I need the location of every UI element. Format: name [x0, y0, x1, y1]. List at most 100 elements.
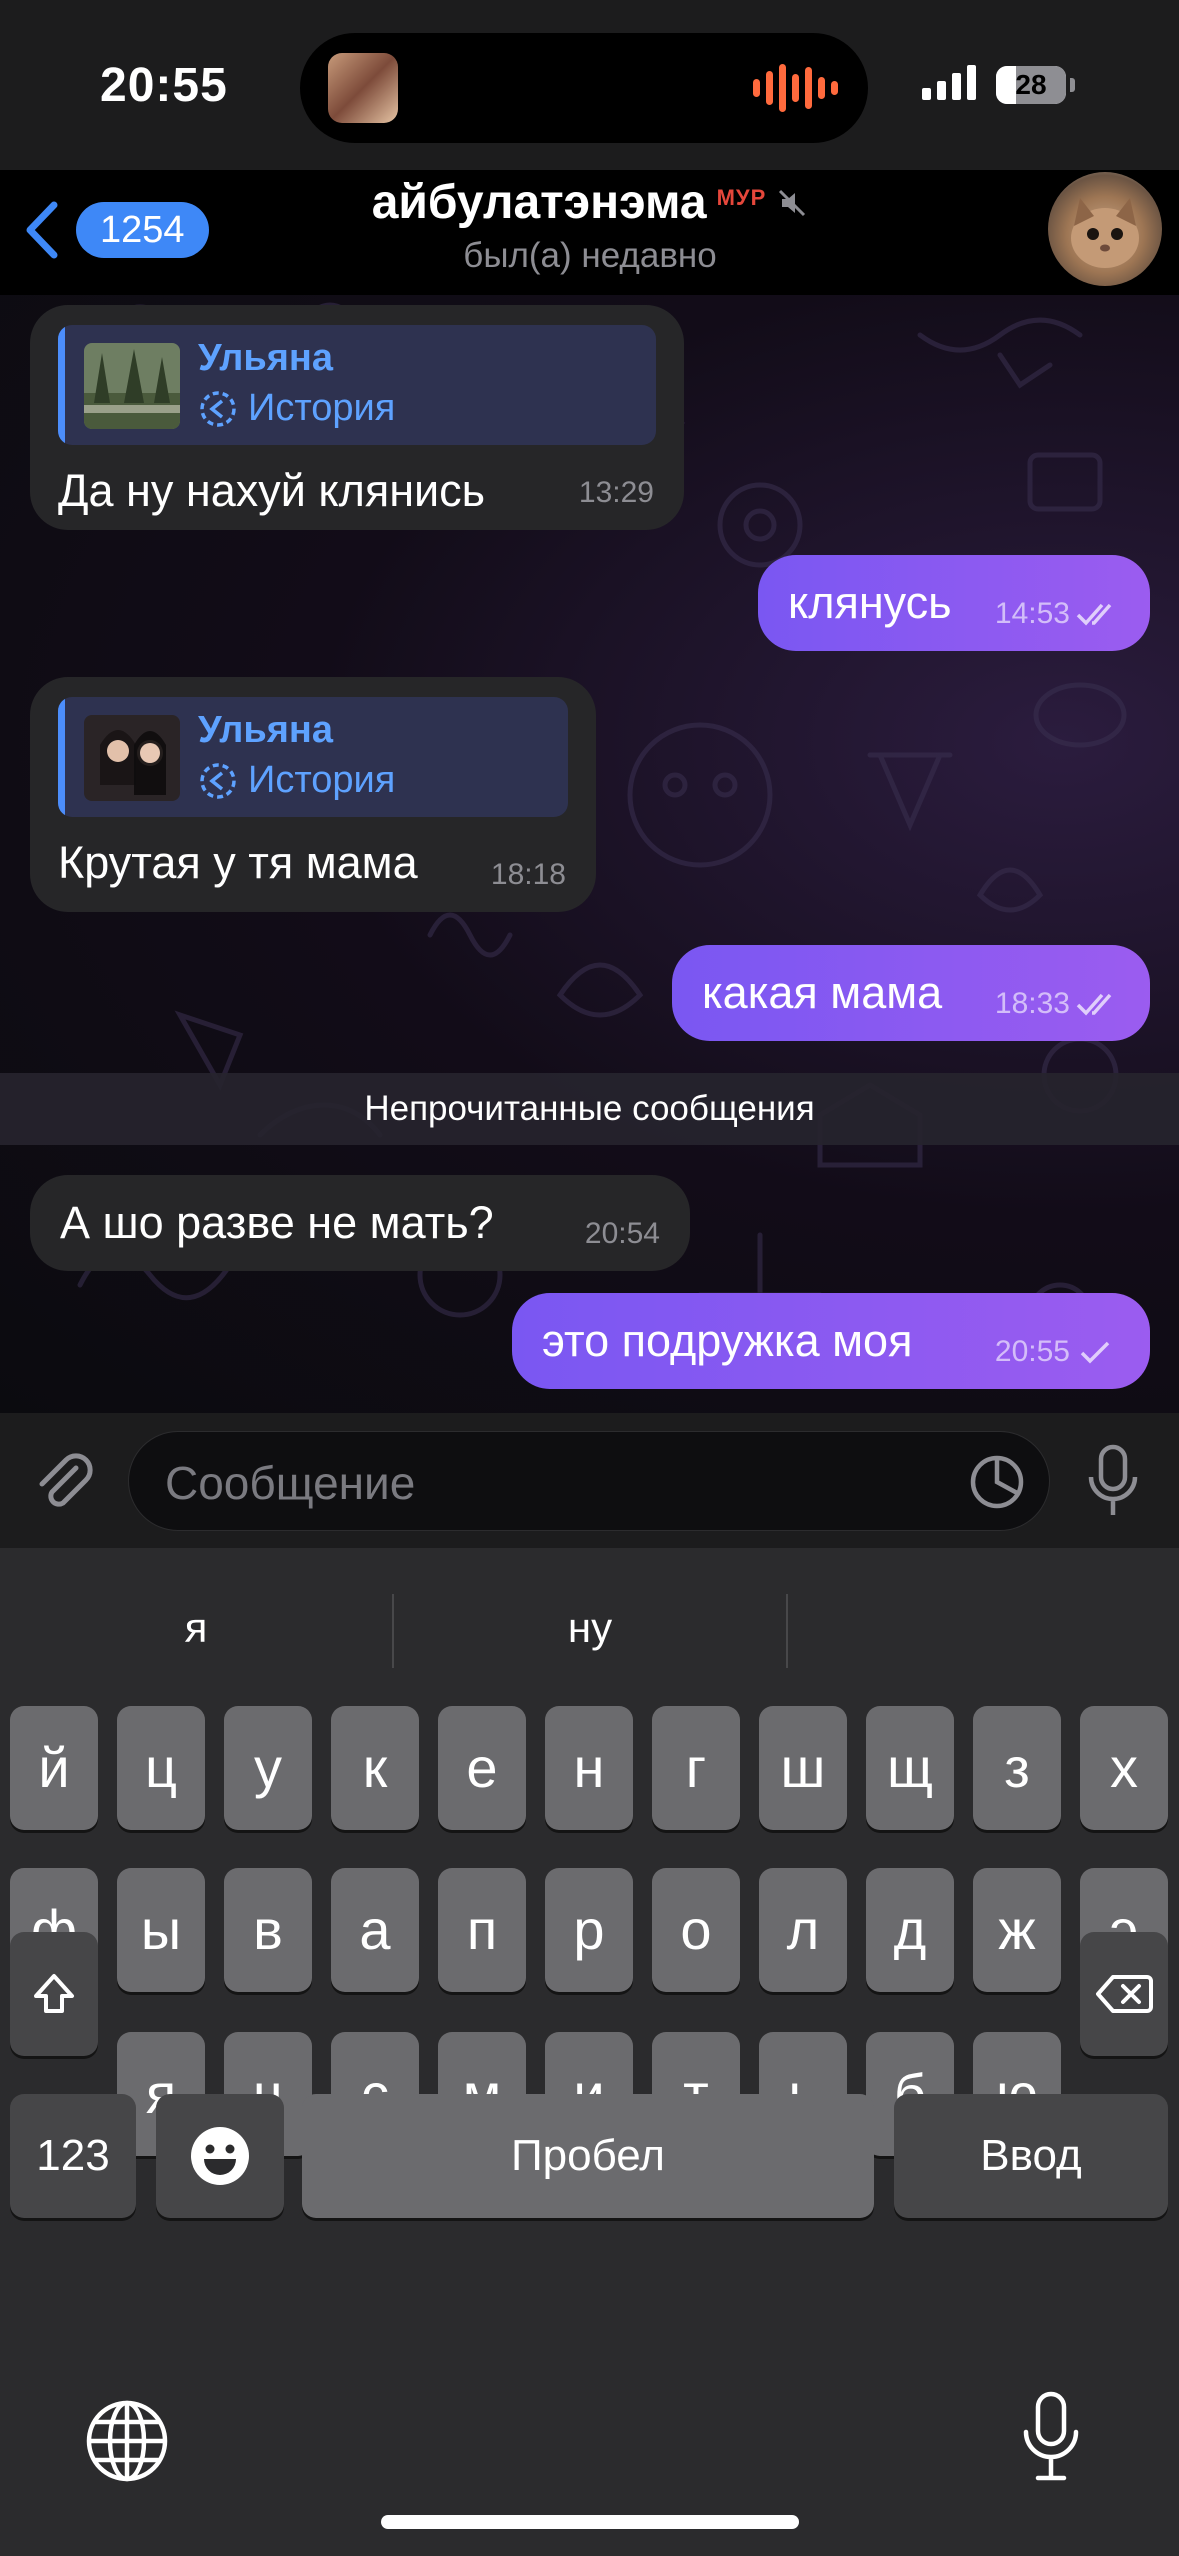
chat-header[interactable]: айбулатэнэма МУР был(а) недавно [300, 175, 880, 276]
message-outgoing[interactable]: клянусь 14:53 [758, 555, 1150, 651]
key-row1-9[interactable]: з [973, 1706, 1061, 1830]
message-time: 13:29 [578, 476, 654, 509]
message-meta: 18:33 [995, 987, 1120, 1021]
emoji-icon [191, 2127, 249, 2185]
backspace-key[interactable] [1080, 1932, 1168, 2056]
message-text: Да ну нахуй клянись [58, 465, 486, 516]
message-incoming[interactable]: Ульяна История Крутая у тя мама 18:18 [30, 677, 596, 912]
status-time: 20:55 [100, 59, 228, 112]
story-thumbnail [84, 715, 180, 801]
key-row2-4[interactable]: п [438, 1868, 526, 1992]
chat-status: был(а) недавно [463, 236, 717, 275]
backspace-icon [1096, 1975, 1153, 2013]
voice-message-icon[interactable] [1083, 1443, 1143, 1519]
key-row1-6[interactable]: г [652, 1706, 740, 1830]
status-bar: 20:55 28 [0, 0, 1179, 170]
reply-type-label: История [248, 759, 396, 801]
message-meta: 20:54 [585, 1217, 660, 1251]
key-row2-7[interactable]: л [759, 1868, 847, 1992]
battery-tip [1070, 78, 1075, 92]
contact-avatar[interactable] [1048, 172, 1162, 286]
dictation-icon[interactable] [1020, 2390, 1082, 2486]
message-outgoing[interactable]: это подружка моя 20:55 [512, 1293, 1150, 1389]
read-ticks-icon [1076, 993, 1112, 1016]
message-outgoing[interactable]: какая мама 18:33 [672, 945, 1150, 1041]
reply-sender: Ульяна [198, 337, 334, 379]
battery-indicator: 28 [996, 66, 1066, 104]
return-key[interactable]: Ввод [894, 2094, 1168, 2218]
sent-tick-icon [1080, 1341, 1110, 1364]
cellular-signal-icon [922, 62, 976, 100]
story-thumbnail [84, 343, 180, 429]
numbers-key[interactable]: 123 [10, 2094, 136, 2218]
message-list[interactable]: Ульяна История Да ну нахуй клянись 13:29… [0, 295, 1179, 1413]
message-meta: 14:53 [995, 597, 1120, 631]
suggestion-item[interactable]: я [0, 1588, 392, 1668]
message-input-placeholder: Сообщение [165, 1457, 416, 1509]
key-row2-5[interactable]: р [545, 1868, 633, 1992]
message-input[interactable]: Сообщение [128, 1431, 1050, 1531]
space-key[interactable]: Пробел [302, 2094, 874, 2218]
reply-preview[interactable]: Ульяна История [58, 697, 568, 817]
story-icon [200, 762, 236, 799]
key-row1-4[interactable]: е [438, 1706, 526, 1830]
key-row2-9[interactable]: ж [973, 1868, 1061, 1992]
shift-key[interactable] [10, 1932, 98, 2056]
key-row1-8[interactable]: щ [866, 1706, 954, 1830]
key-row1-10[interactable]: х [1080, 1706, 1168, 1830]
message-time: 14:53 [994, 597, 1070, 630]
message-incoming[interactable]: А шо разве не мать? 20:54 [30, 1175, 690, 1271]
home-indicator[interactable] [381, 2515, 799, 2529]
back-chevron-icon [26, 201, 58, 259]
composer-bar: Сообщение [0, 1413, 1179, 1548]
globe-icon[interactable] [84, 2398, 170, 2484]
reply-accent-bar [58, 325, 65, 445]
message-meta: 20:55 [995, 1335, 1120, 1369]
unread-count-badge: 1254 [76, 202, 209, 258]
message-time: 20:55 [994, 1335, 1070, 1368]
reply-type: История [198, 759, 395, 802]
story-icon [200, 390, 236, 427]
key-row2-1[interactable]: ы [117, 1868, 205, 1992]
chat-title: айбулатэнэма [371, 176, 707, 229]
now-playing-thumbnail [328, 53, 398, 123]
message-time: 20:54 [584, 1217, 660, 1250]
key-row1-5[interactable]: н [545, 1706, 633, 1830]
key-row2-6[interactable]: о [652, 1868, 740, 1992]
reply-type: История [198, 387, 395, 430]
suggestion-item[interactable]: ну [394, 1588, 786, 1668]
dynamic-island[interactable] [300, 33, 868, 143]
message-meta: 18:18 [491, 858, 566, 892]
message-meta: 13:29 [579, 476, 654, 510]
mute-icon [779, 189, 806, 216]
attach-icon[interactable] [30, 1448, 100, 1518]
keyboard: я ну йцукенгшщзх фывапролджэ ячсмитьбю 1… [0, 1548, 1179, 2556]
audio-waveform-icon [753, 63, 838, 113]
key-row1-2[interactable]: у [224, 1706, 312, 1830]
unread-messages-divider: Непрочитанные сообщения [0, 1073, 1179, 1145]
battery-percent: 28 [1015, 69, 1047, 100]
key-row1-1[interactable]: ц [117, 1706, 205, 1830]
message-time: 18:18 [490, 858, 566, 891]
reply-preview[interactable]: Ульяна История [58, 325, 656, 445]
key-row2-8[interactable]: д [866, 1868, 954, 1992]
emoji-key[interactable] [156, 2094, 284, 2218]
reply-sender: Ульяна [198, 709, 334, 751]
reply-accent-bar [58, 697, 65, 817]
sticker-icon[interactable] [967, 1452, 1027, 1512]
key-row2-3[interactable]: а [331, 1868, 419, 1992]
reply-type-label: История [248, 387, 396, 429]
chat-tag: МУР [716, 184, 767, 210]
key-row1-3[interactable]: к [331, 1706, 419, 1830]
message-time: 18:33 [994, 987, 1070, 1020]
message-text: А шо разве не мать? [60, 1197, 494, 1248]
kitten-avatar-image [1071, 198, 1139, 268]
key-row1-0[interactable]: й [10, 1706, 98, 1830]
key-row1-7[interactable]: ш [759, 1706, 847, 1830]
suggestion-item[interactable] [788, 1588, 1179, 1668]
back-button[interactable]: 1254 [18, 195, 209, 265]
key-row2-2[interactable]: в [224, 1868, 312, 1992]
suggestion-bar: я ну [0, 1588, 1179, 1668]
shift-icon [34, 1974, 74, 2013]
message-incoming[interactable]: Ульяна История Да ну нахуй клянись 13:29 [30, 305, 684, 530]
